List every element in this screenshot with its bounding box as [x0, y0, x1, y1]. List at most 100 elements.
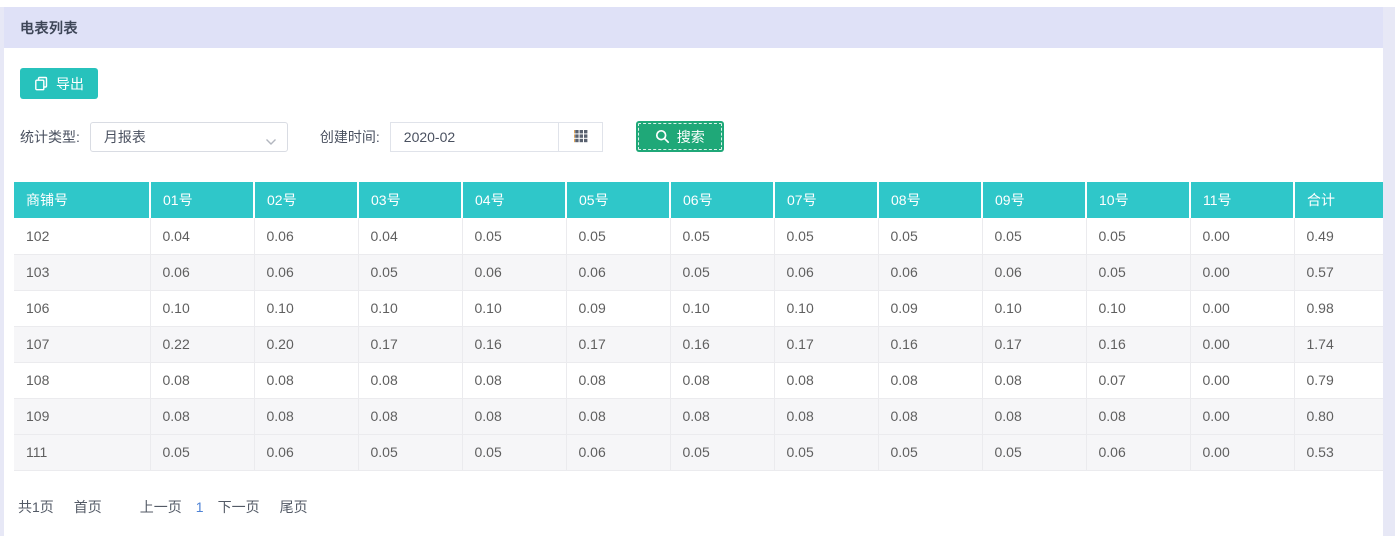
export-button[interactable]: 导出 — [20, 68, 98, 99]
create-time-input[interactable] — [391, 123, 558, 151]
pagination-next[interactable]: 下一页 — [218, 497, 260, 517]
table-row: 1030.060.060.050.060.060.050.060.060.060… — [14, 254, 1383, 290]
value-cell: 0.06 — [982, 254, 1086, 290]
value-cell: 0.10 — [254, 290, 358, 326]
column-header: 07号 — [774, 182, 878, 218]
value-cell: 0.00 — [1190, 434, 1294, 470]
value-cell: 0.09 — [878, 290, 982, 326]
value-cell: 0.05 — [774, 218, 878, 254]
value-cell: 0.06 — [150, 254, 254, 290]
pagination-total: 共1页 — [18, 497, 54, 517]
table-container: 商铺号01号02号03号04号05号06号07号08号09号10号11号合计 1… — [14, 182, 1383, 471]
value-cell: 0.08 — [254, 398, 358, 434]
export-button-label: 导出 — [56, 74, 84, 94]
pagination-first[interactable]: 首页 — [74, 497, 102, 517]
value-cell: 0.57 — [1294, 254, 1383, 290]
value-cell: 0.08 — [670, 398, 774, 434]
column-header: 10号 — [1086, 182, 1190, 218]
table-row: 1020.040.060.040.050.050.050.050.050.050… — [14, 218, 1383, 254]
panel-body: 导出 统计类型: 月报表 创建时间: — [4, 48, 1383, 517]
pagination-last[interactable]: 尾页 — [280, 497, 308, 517]
table-row: 1110.050.060.050.050.060.050.050.050.050… — [14, 434, 1383, 470]
value-cell: 0.10 — [462, 290, 566, 326]
table-row: 1080.080.080.080.080.080.080.080.080.080… — [14, 362, 1383, 398]
value-cell: 0.98 — [1294, 290, 1383, 326]
value-cell: 0.05 — [1086, 254, 1190, 290]
pagination-current-page[interactable]: 1 — [196, 499, 204, 515]
value-cell: 0.05 — [670, 254, 774, 290]
value-cell: 0.05 — [670, 218, 774, 254]
pagination-prev[interactable]: 上一页 — [140, 497, 182, 517]
value-cell: 0.06 — [254, 218, 358, 254]
value-cell: 0.16 — [878, 326, 982, 362]
value-cell: 0.53 — [1294, 434, 1383, 470]
value-cell: 0.20 — [254, 326, 358, 362]
report-type-label: 统计类型: — [20, 127, 80, 147]
pagination: 共1页 首页 上一页 1 下一页 尾页 — [18, 497, 1383, 517]
value-cell: 0.10 — [774, 290, 878, 326]
value-cell: 0.49 — [1294, 218, 1383, 254]
column-header: 01号 — [150, 182, 254, 218]
value-cell: 0.17 — [358, 326, 462, 362]
value-cell: 0.17 — [566, 326, 670, 362]
shop-number-cell: 107 — [14, 326, 150, 362]
value-cell: 0.22 — [150, 326, 254, 362]
page-title: 电表列表 — [20, 18, 78, 38]
table-header-row: 商铺号01号02号03号04号05号06号07号08号09号10号11号合计 — [14, 182, 1383, 218]
value-cell: 0.16 — [670, 326, 774, 362]
value-cell: 0.05 — [462, 218, 566, 254]
search-button[interactable]: 搜索 — [636, 121, 724, 152]
calendar-button[interactable] — [558, 123, 602, 151]
value-cell: 0.10 — [358, 290, 462, 326]
search-button-label: 搜索 — [677, 127, 705, 147]
value-cell: 0.00 — [1190, 326, 1294, 362]
value-cell: 0.06 — [254, 434, 358, 470]
meter-table: 商铺号01号02号03号04号05号06号07号08号09号10号11号合计 1… — [14, 182, 1383, 471]
report-type-select[interactable]: 月报表 — [90, 122, 288, 152]
table-row: 1090.080.080.080.080.080.080.080.080.080… — [14, 398, 1383, 434]
value-cell: 0.16 — [462, 326, 566, 362]
calendar-grid-icon — [572, 129, 589, 144]
meter-list-panel: 电表列表 导出 统计类型: 月报表 — [4, 7, 1383, 536]
table-row: 1060.100.100.100.100.090.100.100.090.100… — [14, 290, 1383, 326]
value-cell: 0.08 — [1086, 398, 1190, 434]
value-cell: 0.05 — [982, 218, 1086, 254]
value-cell: 0.17 — [774, 326, 878, 362]
report-type-selected-value: 月报表 — [104, 127, 146, 147]
column-header: 08号 — [878, 182, 982, 218]
value-cell: 0.04 — [150, 218, 254, 254]
value-cell: 0.08 — [982, 362, 1086, 398]
value-cell: 0.05 — [670, 434, 774, 470]
value-cell: 0.09 — [566, 290, 670, 326]
column-header: 05号 — [566, 182, 670, 218]
value-cell: 0.05 — [358, 254, 462, 290]
shop-number-cell: 111 — [14, 434, 150, 470]
value-cell: 0.08 — [358, 362, 462, 398]
value-cell: 0.08 — [462, 362, 566, 398]
value-cell: 0.06 — [1086, 434, 1190, 470]
value-cell: 0.08 — [774, 362, 878, 398]
value-cell: 0.08 — [774, 398, 878, 434]
value-cell: 0.10 — [150, 290, 254, 326]
create-time-label: 创建时间: — [320, 127, 380, 147]
value-cell: 0.05 — [1086, 218, 1190, 254]
shop-number-cell: 108 — [14, 362, 150, 398]
value-cell: 0.05 — [982, 434, 1086, 470]
value-cell: 0.06 — [566, 254, 670, 290]
value-cell: 0.08 — [982, 398, 1086, 434]
create-time-field — [390, 122, 603, 152]
column-header: 商铺号 — [14, 182, 150, 218]
value-cell: 0.05 — [462, 434, 566, 470]
value-cell: 0.10 — [982, 290, 1086, 326]
value-cell: 0.16 — [1086, 326, 1190, 362]
column-header: 合计 — [1294, 182, 1383, 218]
filter-row: 统计类型: 月报表 创建时间: — [20, 121, 1383, 152]
value-cell: 0.06 — [878, 254, 982, 290]
value-cell: 0.08 — [254, 362, 358, 398]
search-icon — [655, 129, 670, 144]
value-cell: 0.08 — [358, 398, 462, 434]
value-cell: 0.00 — [1190, 398, 1294, 434]
value-cell: 0.00 — [1190, 362, 1294, 398]
value-cell: 0.05 — [150, 434, 254, 470]
chevron-down-icon — [265, 133, 277, 151]
